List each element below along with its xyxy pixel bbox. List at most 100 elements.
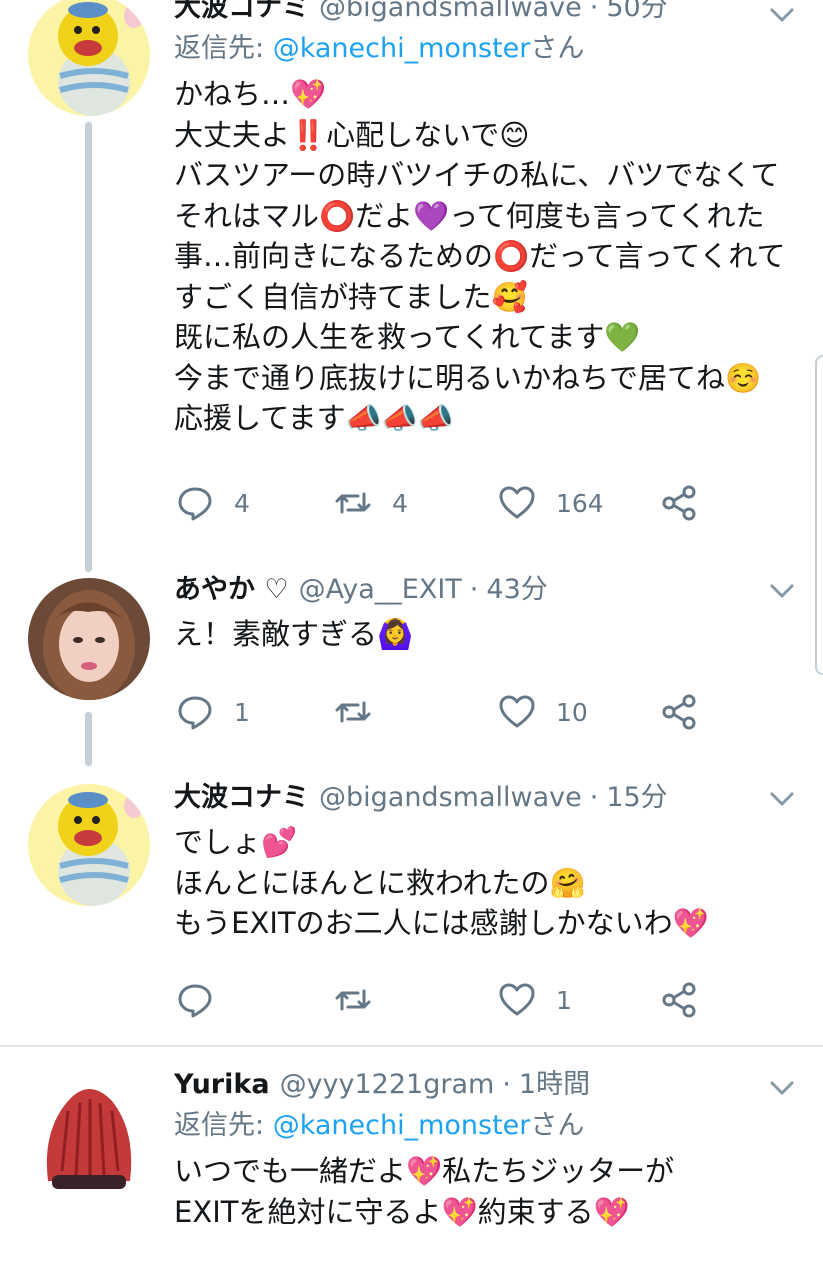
tweet-text-line: え！素敵すぎる🙆‍♀️ [174, 617, 414, 651]
like-button[interactable]: 10 [498, 690, 588, 734]
tweet-text-line: EXITを絶対に守るよ💖約束する💖 [174, 1194, 630, 1229]
share-icon [662, 485, 696, 521]
tweet-text-line: でしょ💕 [174, 825, 298, 859]
share-button[interactable] [660, 481, 698, 525]
tweet-body: 大波コナミ @bigandsmallwave · 15分 でしょ💕 ほんとにほん… [174, 780, 803, 944]
chevron-down-icon[interactable] [767, 784, 797, 814]
separator-dot: · [589, 782, 599, 813]
user-handle[interactable]: @bigandsmallwave [319, 0, 582, 26]
tweet-header: 大波コナミ @bigandsmallwave · 15分 [174, 780, 803, 816]
avatar-mascot-image [28, 0, 150, 116]
timestamp[interactable]: 1時間 [519, 1067, 590, 1103]
tweet-text-line: もうEXITのお二人には感謝しかないわ💖 [174, 906, 709, 940]
like-count: 164 [556, 488, 604, 518]
reply-count: 1 [234, 697, 250, 727]
thread-line [85, 712, 92, 766]
retweet-button[interactable]: 4 [334, 481, 408, 525]
tweet-text-line: 今まで通り底抜けに明るいかねちで居てね☺️ [174, 360, 762, 395]
tweet-text-line: かねち…💖 [174, 77, 327, 111]
reply-button[interactable] [176, 978, 234, 1022]
chevron-down-icon[interactable] [767, 576, 797, 606]
tweet-text-line: バスツアーの時バツイチの私に、バツでなくて [174, 158, 780, 192]
user-handle[interactable]: @yyy1221gram [280, 1067, 495, 1103]
reply-to-mention[interactable]: @kanechi_monster [273, 1110, 531, 1141]
tweet-text-line: 大丈夫よ‼️心配しないで😊 [174, 117, 530, 152]
user-handle[interactable]: @Aya__EXIT [299, 572, 462, 608]
tweet[interactable]: 大波コナミ @bigandsmallwave · 15分 でしょ💕 ほんとにほん… [0, 770, 823, 1045]
retweet-button[interactable] [334, 978, 392, 1022]
tweet-body: あやか ♡ @Aya__EXIT · 43分 え！素敵すぎる🙆‍♀️ [174, 572, 803, 655]
reply-to-suffix: さん [530, 33, 585, 64]
avatar[interactable] [28, 1071, 150, 1193]
like-count: 10 [556, 697, 588, 727]
tweet-header: あやか ♡ @Aya__EXIT · 43分 [174, 572, 803, 608]
avatar-mascot-image [28, 784, 150, 906]
reply-count: 4 [234, 488, 250, 518]
tweet-text: でしょ💕 ほんとにほんとに救われたの🤗 もうEXITのお二人には感謝しかないわ💖 [174, 822, 803, 944]
tweet-text: いつでも一緒だよ💖私たちジッターが EXITを絶対に守るよ💖約束する💖 [174, 1151, 803, 1232]
reply-to: 返信先: @kanechi_monsterさん [174, 30, 803, 68]
retweet-count: 4 [392, 488, 408, 518]
tweet[interactable]: あやか ♡ @Aya__EXIT · 43分 え！素敵すぎる🙆‍♀️ 1 10 [0, 560, 823, 770]
tweet-text-line: 既に私の人生を救ってくれてます💚 [174, 320, 641, 354]
heart-icon [499, 486, 535, 519]
scrollbar[interactable] [815, 355, 823, 675]
like-button[interactable]: 1 [498, 978, 572, 1022]
tweet-text: え！素敵すぎる🙆‍♀️ [174, 614, 803, 655]
avatar[interactable] [28, 0, 150, 116]
reply-to-prefix: 返信先: [174, 33, 273, 64]
tweet-text-line: いつでも一緒だよ💖私たちジッターが [174, 1154, 675, 1188]
separator-dot: · [502, 1069, 511, 1100]
reply-to-prefix: 返信先: [174, 1110, 273, 1141]
reply-button[interactable]: 1 [176, 690, 250, 734]
retweet-icon [335, 492, 371, 514]
reply-to: 返信先: @kanechi_monsterさん [174, 1107, 803, 1145]
retweet-icon [335, 989, 371, 1011]
timestamp[interactable]: 15分 [606, 780, 667, 816]
display-name[interactable]: あやか ♡ [174, 572, 289, 608]
tweet-text-line: 応援してます📣📣📣 [174, 401, 455, 435]
tweet-header: Yurika @yyy1221gram · 1時間 [174, 1067, 803, 1103]
avatar-photo-image [28, 578, 150, 700]
tweet-text-line: それはマル⭕だよ💜って何度も言ってくれた [174, 198, 765, 233]
reply-icon [178, 984, 212, 1018]
share-button[interactable] [660, 978, 698, 1022]
display-name[interactable]: 大波コナミ [174, 780, 309, 816]
user-handle[interactable]: @bigandsmallwave [319, 780, 582, 816]
tweet-text-line: ほんとにほんとに救われたの🤗 [174, 865, 586, 900]
separator-dot: · [469, 574, 479, 605]
reply-icon [178, 487, 212, 521]
tweet-text-line: すごく自信が持てました🥰 [174, 279, 528, 314]
share-button[interactable] [660, 690, 698, 734]
tweet-body: Yurika @yyy1221gram · 1時間 返信先: @kanechi_… [174, 1067, 803, 1232]
share-icon [662, 982, 696, 1018]
like-count: 1 [556, 985, 572, 1015]
reply-to-mention[interactable]: @kanechi_monster [273, 33, 531, 64]
avatar[interactable] [28, 784, 150, 906]
display-name[interactable]: 大波コナミ [174, 0, 309, 26]
chevron-down-icon[interactable] [767, 1073, 797, 1103]
heart-icon [499, 983, 535, 1016]
reply-button[interactable]: 4 [176, 481, 250, 525]
thread-line [85, 122, 92, 572]
retweet-button[interactable] [334, 690, 392, 734]
tweet-actions: 1 [174, 978, 734, 1022]
heart-icon [499, 695, 535, 728]
reply-icon [178, 696, 212, 730]
chevron-down-icon[interactable] [767, 0, 797, 30]
display-name[interactable]: Yurika [174, 1067, 270, 1103]
avatar-photo-image [28, 1071, 150, 1193]
tweet-header: 大波コナミ @bigandsmallwave · 50分 [174, 0, 803, 26]
tweet-text-line: 事…前向きになるための⭕だって言ってくれて [174, 239, 786, 273]
tweet-actions: 1 10 [174, 690, 734, 734]
tweet-text: かねち…💖 大丈夫よ‼️心配しないで😊 バスツアーの時バツイチの私に、バツでなく… [174, 74, 803, 439]
timestamp[interactable]: 50分 [606, 0, 667, 26]
separator-dot: · [589, 0, 599, 23]
tweet-body: 大波コナミ @bigandsmallwave · 50分 返信先: @kanec… [174, 0, 803, 439]
reply-to-suffix: さん [530, 1110, 585, 1141]
timestamp[interactable]: 43分 [486, 572, 547, 608]
like-button[interactable]: 164 [498, 481, 604, 525]
avatar[interactable] [28, 578, 150, 700]
tweet[interactable]: 大波コナミ @bigandsmallwave · 50分 返信先: @kanec… [0, 0, 823, 572]
tweet[interactable]: Yurika @yyy1221gram · 1時間 返信先: @kanechi_… [0, 1047, 823, 1280]
